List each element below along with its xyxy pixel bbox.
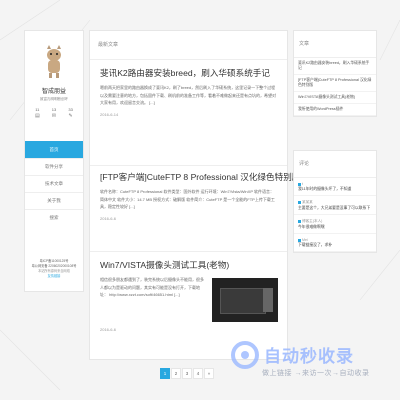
post-excerpt-text: 嗯前两天把家里的路由器换成了斐讯K2，刷了breed，然后刷入了华硕系统，这里记…: [100, 85, 276, 105]
main-nav: 首页 软件分享 技术文章 关于我 搜索: [25, 141, 83, 226]
comment-author: 某某某: [302, 200, 313, 204]
stat-comments-value: 13: [51, 107, 57, 112]
post-title[interactable]: Win7/VISTA摄像头测试工具(老物): [100, 259, 278, 271]
watermark-name: 自动秒收录: [264, 347, 354, 366]
stat-tags-value: 33: [68, 107, 73, 112]
site-description: 致富孔明明断创环: [40, 97, 68, 101]
post-list: 最新文章 斐讯K2路由器安装breed，刷入华硕系统手记 嗯前两天把家里的路由器…: [89, 30, 300, 360]
page-3[interactable]: 3: [182, 368, 192, 379]
user-icon: [298, 238, 301, 242]
document-icon: ▤: [34, 113, 40, 119]
comment-item[interactable]: 某某某 主要是这个，大兄弟要是没事了可以联系下: [294, 196, 376, 215]
stat-comments[interactable]: 13 ✉: [46, 107, 62, 119]
post-excerpt: 相信很多朋友都遇到了，装完系统以后摄像头不能用，很多人都以为是驱动的问题，其实有…: [100, 276, 206, 322]
post-excerpt: 嗯前两天把家里的路由器换成了斐讯K2，刷了breed，然后刷入了华硕系统，这里记…: [100, 84, 278, 107]
window-preview: [220, 288, 266, 314]
post-excerpt-text: 软件名称：CuteFTP 8 Professional 软件类型：国外软件 运行…: [100, 189, 275, 209]
post-title[interactable]: 斐讯K2路由器安装breed，刷入华硕系统手记: [100, 67, 278, 79]
download-link[interactable]: http://www.xzzt.com/soft/46651.html: [109, 292, 173, 297]
watermark-slogan: 做上链接 →来访一次→自动收录: [262, 370, 370, 377]
comment-author: 博客主(本人): [302, 219, 323, 223]
nav-item-search[interactable]: 搜索: [25, 209, 83, 226]
read-more-link[interactable]: [...]: [174, 292, 180, 297]
profile-sidebar: 智成朋益 致富孔明明断创环 11 ▤ 13 ✉ 33 ✎ 首页 软件分享 技术文…: [24, 30, 84, 292]
recent-articles-widget: 文章 斐讯K2路由器安装breed，刷入华硕系统手记 [FTP客户端]CuteF…: [293, 30, 377, 117]
divider: [90, 165, 287, 166]
recent-comments-widget: 评论 t 我11年时的摄像头坏了，不知道 某某某 主要是这个，大兄弟要是没事了可…: [293, 150, 377, 253]
post-body: 相信很多朋友都遇到了，装完系统以后摄像头不能用，很多人都以为是驱动的问题，其实有…: [100, 276, 278, 322]
comment-text: 下载链接没了，求补: [298, 243, 333, 247]
post-thumbnail[interactable]: [212, 278, 278, 322]
recent-article-link[interactable]: 斐讯K2路由器安装breed，刷入华硕系统手记: [294, 58, 376, 75]
post-item: 斐讯K2路由器安装breed，刷入华硕系统手记 嗯前两天把家里的路由器换成了斐讯…: [100, 67, 278, 117]
comment-text: 今年很难做啊嘿: [298, 225, 325, 229]
comment-item[interactable]: t 我11年时的摄像头坏了，不知道: [294, 178, 376, 196]
comment-item[interactable]: 博客主(本人) 今年很难做啊嘿: [294, 215, 376, 234]
comment-item[interactable]: Mei 下载链接没了，求补: [294, 234, 376, 252]
stat-posts[interactable]: 11 ▤: [29, 107, 45, 119]
page-2[interactable]: 2: [171, 368, 181, 379]
post-date: 2016-6-6: [100, 215, 117, 221]
comment-author: t: [302, 182, 303, 186]
watermark: 自动秒收录 做上链接 →来访一次→自动收录: [230, 336, 390, 392]
next-page-button[interactable]: »: [204, 368, 214, 379]
post-item: Win7/VISTA摄像头测试工具(老物) 相信很多朋友都遇到了，装完系统以后摄…: [100, 259, 278, 332]
site-footer-info: 粤ICP备11000125号 粤公网安备 22060202000108号 本站所…: [27, 259, 81, 279]
stats-row: 11 ▤ 13 ✉ 33 ✎: [29, 107, 79, 119]
recent-article-link[interactable]: Win7/VISTA摄像头测试工具(老物): [294, 92, 376, 104]
nav-item-tech[interactable]: 技术文章: [25, 175, 83, 192]
pagination: 1 2 3 4 »: [160, 368, 214, 379]
tag-icon: ✎: [68, 113, 73, 119]
comment-text: 主要是这个，大兄弟要是没事了可以联系下: [298, 206, 371, 210]
user-icon: [298, 219, 301, 223]
read-more-link[interactable]: [...]: [129, 204, 135, 209]
divider: [90, 251, 287, 252]
watermark-logo-icon: [231, 341, 259, 369]
nav-item-home[interactable]: 首页: [25, 141, 83, 158]
recent-article-link[interactable]: [FTP客户端]CuteFTP 8 Professional 汉化绿色特别版: [294, 75, 376, 92]
post-date: 2016-6-14: [100, 111, 119, 117]
comment-text: 我11年时的摄像头坏了，不知道: [298, 187, 352, 191]
friend-links[interactable]: 友情链接: [27, 274, 81, 279]
widget-title: 评论: [294, 151, 376, 178]
post-excerpt: 软件名称：CuteFTP 8 Professional 软件类型：国外软件 运行…: [100, 188, 278, 211]
page-4[interactable]: 4: [193, 368, 203, 379]
section-title: 最新文章: [90, 31, 287, 60]
stat-posts-value: 11: [35, 107, 40, 112]
site-name: 智成朋益: [41, 89, 66, 95]
user-icon: [298, 200, 301, 204]
avatar[interactable]: [39, 43, 69, 79]
panel-preview: [263, 288, 273, 312]
post-date: 2016-6-6: [100, 327, 117, 332]
post-title[interactable]: [FTP客户端]CuteFTP 8 Professional 汉化绿色特别版: [100, 171, 300, 183]
user-icon: [298, 182, 301, 186]
nav-item-about[interactable]: 关于我: [25, 192, 83, 209]
comment-icon: ✉: [51, 113, 57, 119]
comment-author: Mei: [302, 238, 308, 242]
post-item: [FTP客户端]CuteFTP 8 Professional 汉化绿色特别版 软…: [100, 171, 300, 221]
page-1[interactable]: 1: [160, 368, 170, 379]
widget-title: 文章: [294, 31, 376, 58]
read-more-link[interactable]: [...]: [149, 100, 155, 105]
stat-tags[interactable]: 33 ✎: [63, 107, 79, 119]
nav-item-software[interactable]: 软件分享: [25, 158, 83, 175]
recent-article-link[interactable]: 我所使用的WordPress插件: [294, 104, 376, 116]
